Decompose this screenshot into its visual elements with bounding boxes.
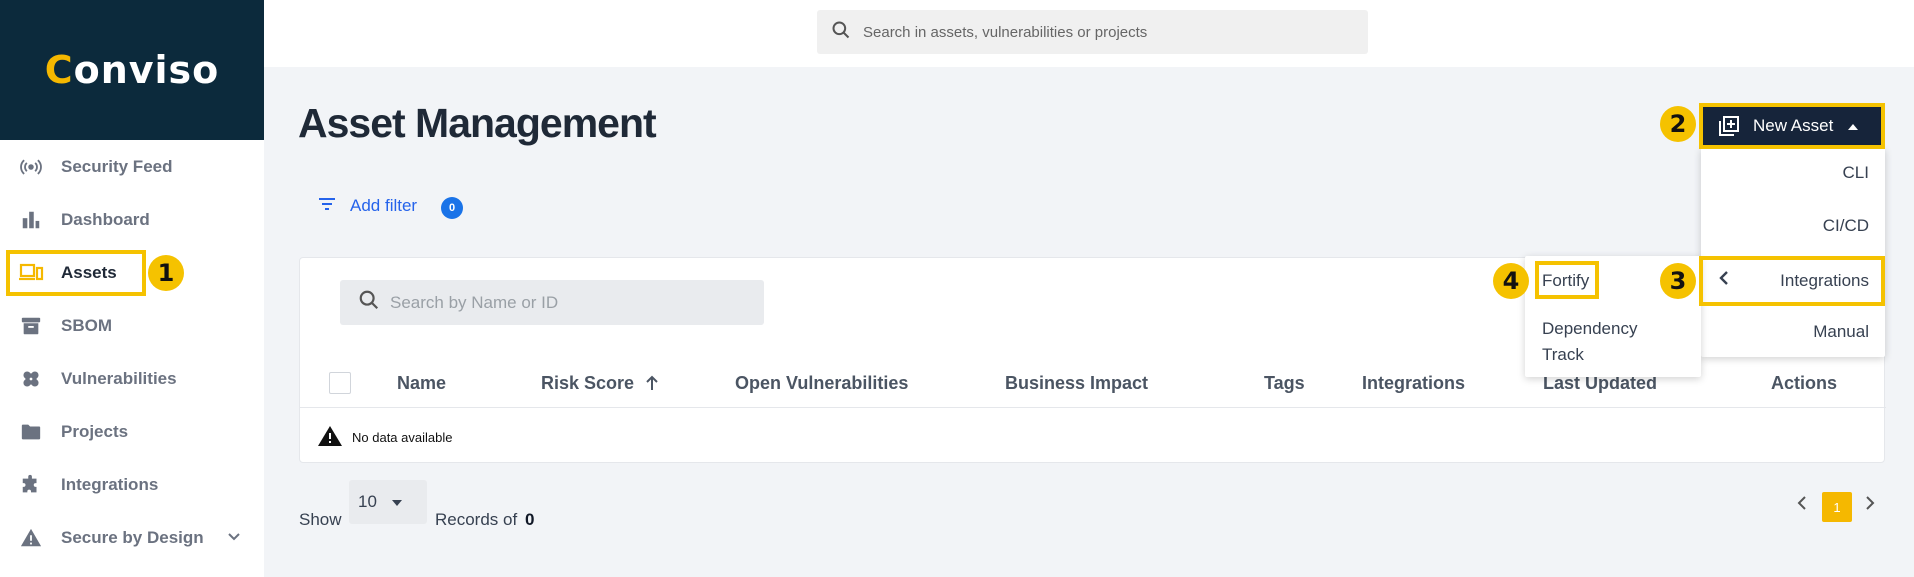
- sidebar-item-label: Integrations: [61, 475, 159, 494]
- sidebar-item-security-feed[interactable]: Security Feed: [0, 145, 264, 189]
- column-risk-score[interactable]: Risk Score: [541, 373, 659, 396]
- sidebar-item-vulnerabilities[interactable]: Vulnerabilities: [0, 357, 264, 401]
- table-search-input[interactable]: [390, 292, 750, 313]
- highlight-box-fortify: [1535, 261, 1599, 299]
- sidebar-item-label: Secure by Design: [61, 528, 204, 547]
- page-size-value: 10: [358, 492, 377, 511]
- column-name[interactable]: Name: [397, 373, 446, 394]
- logo[interactable]: Conviso: [0, 0, 264, 140]
- submenu-item-dependency-track[interactable]: Dependency Track: [1542, 316, 1682, 368]
- sidebar-item-integrations[interactable]: Integrations: [0, 463, 264, 507]
- step-badge-2: 2: [1660, 106, 1696, 142]
- radio-signal-icon: [18, 154, 44, 180]
- sidebar-item-sbom[interactable]: SBOM: [0, 304, 264, 348]
- sidebar-item-label: Projects: [61, 422, 129, 441]
- global-search-input[interactable]: [863, 23, 1343, 41]
- bandage-icon: [18, 366, 44, 392]
- warning-icon: [318, 425, 342, 450]
- sort-ascending-icon: [645, 375, 659, 396]
- puzzle-icon: [18, 472, 44, 498]
- page-size-select[interactable]: 10: [349, 480, 427, 524]
- table-search[interactable]: [340, 280, 764, 325]
- sidebar-item-label: Vulnerabilities: [61, 369, 177, 388]
- column-tags[interactable]: Tags: [1264, 373, 1305, 394]
- menu-item-ci-cd[interactable]: CI/CD: [1823, 216, 1869, 236]
- chevron-down-icon[interactable]: [226, 528, 242, 549]
- logo-letter: C: [44, 48, 74, 92]
- page-title: Asset Management: [298, 100, 657, 146]
- menu-item-manual[interactable]: Manual: [1813, 322, 1869, 342]
- sidebar-item-label: Dashboard: [61, 210, 150, 229]
- add-filter-label: Add filter: [350, 196, 418, 215]
- column-business-impact[interactable]: Business Impact: [1005, 373, 1148, 394]
- sidebar-item-projects[interactable]: Projects: [0, 410, 264, 454]
- highlight-box-new-asset: [1699, 103, 1885, 149]
- step-badge-4: 4: [1493, 263, 1529, 299]
- warning-icon: [18, 525, 44, 551]
- select-all-checkbox[interactable]: [329, 372, 351, 394]
- previous-page-icon[interactable]: [1796, 495, 1808, 516]
- logo-text: onviso: [73, 48, 220, 92]
- search-icon: [831, 20, 851, 45]
- show-label: Show: [299, 510, 342, 529]
- page-button-current[interactable]: 1: [1822, 492, 1852, 522]
- column-actions: Actions: [1771, 373, 1838, 393]
- column-integrations[interactable]: Integrations: [1362, 373, 1465, 394]
- highlight-box-assets: [6, 250, 146, 296]
- column-open-vulnerabilities[interactable]: Open Vulnerabilities: [735, 373, 908, 394]
- search-icon: [358, 289, 380, 316]
- new-asset-menu: CLI CI/CD Integrations Manual: [1701, 148, 1885, 357]
- filter-icon: [318, 196, 336, 216]
- no-data-text: No data available: [352, 430, 453, 445]
- records-count: 0: [525, 510, 535, 529]
- top-bar: [264, 0, 1914, 67]
- caret-down-icon: [391, 492, 403, 512]
- highlight-box-integrations: [1699, 256, 1885, 306]
- filter-count-badge: 0: [441, 197, 463, 219]
- menu-item-cli[interactable]: CLI: [1843, 163, 1869, 183]
- step-badge-3: 3: [1660, 263, 1696, 299]
- sidebar-item-secure-by-design[interactable]: Secure by Design: [0, 516, 264, 560]
- next-page-icon[interactable]: [1864, 495, 1876, 516]
- add-filter-button[interactable]: Add filter: [318, 196, 417, 216]
- sidebar-item-label: Security Feed: [61, 157, 173, 176]
- step-badge-1: 1: [148, 255, 184, 291]
- no-data-message: No data available: [318, 425, 452, 450]
- bar-chart-icon: [18, 207, 44, 233]
- archive-icon: [18, 313, 44, 339]
- folder-icon: [18, 419, 44, 445]
- global-search[interactable]: [817, 10, 1368, 54]
- records-label: Records of: [435, 510, 518, 529]
- sidebar-item-label: SBOM: [61, 316, 112, 335]
- sidebar-item-dashboard[interactable]: Dashboard: [0, 198, 264, 242]
- column-risk-score-label: Risk Score: [541, 373, 635, 393]
